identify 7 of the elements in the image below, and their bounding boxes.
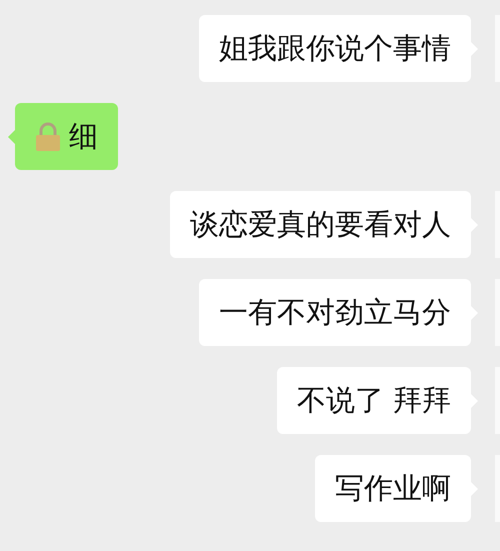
message-bubble: 姐我跟你说个事情 [199,15,471,82]
message-bubble: 写作业啊 [315,455,471,522]
message-bubble: 细 [15,103,118,170]
message-bubble: 不说了 拜拜 [276,367,471,434]
lock-icon [35,122,61,152]
message-bubble: 一有不对劲立马分 [199,279,471,346]
message-bubble: 谈恋爱真的要看对人 [170,191,471,258]
